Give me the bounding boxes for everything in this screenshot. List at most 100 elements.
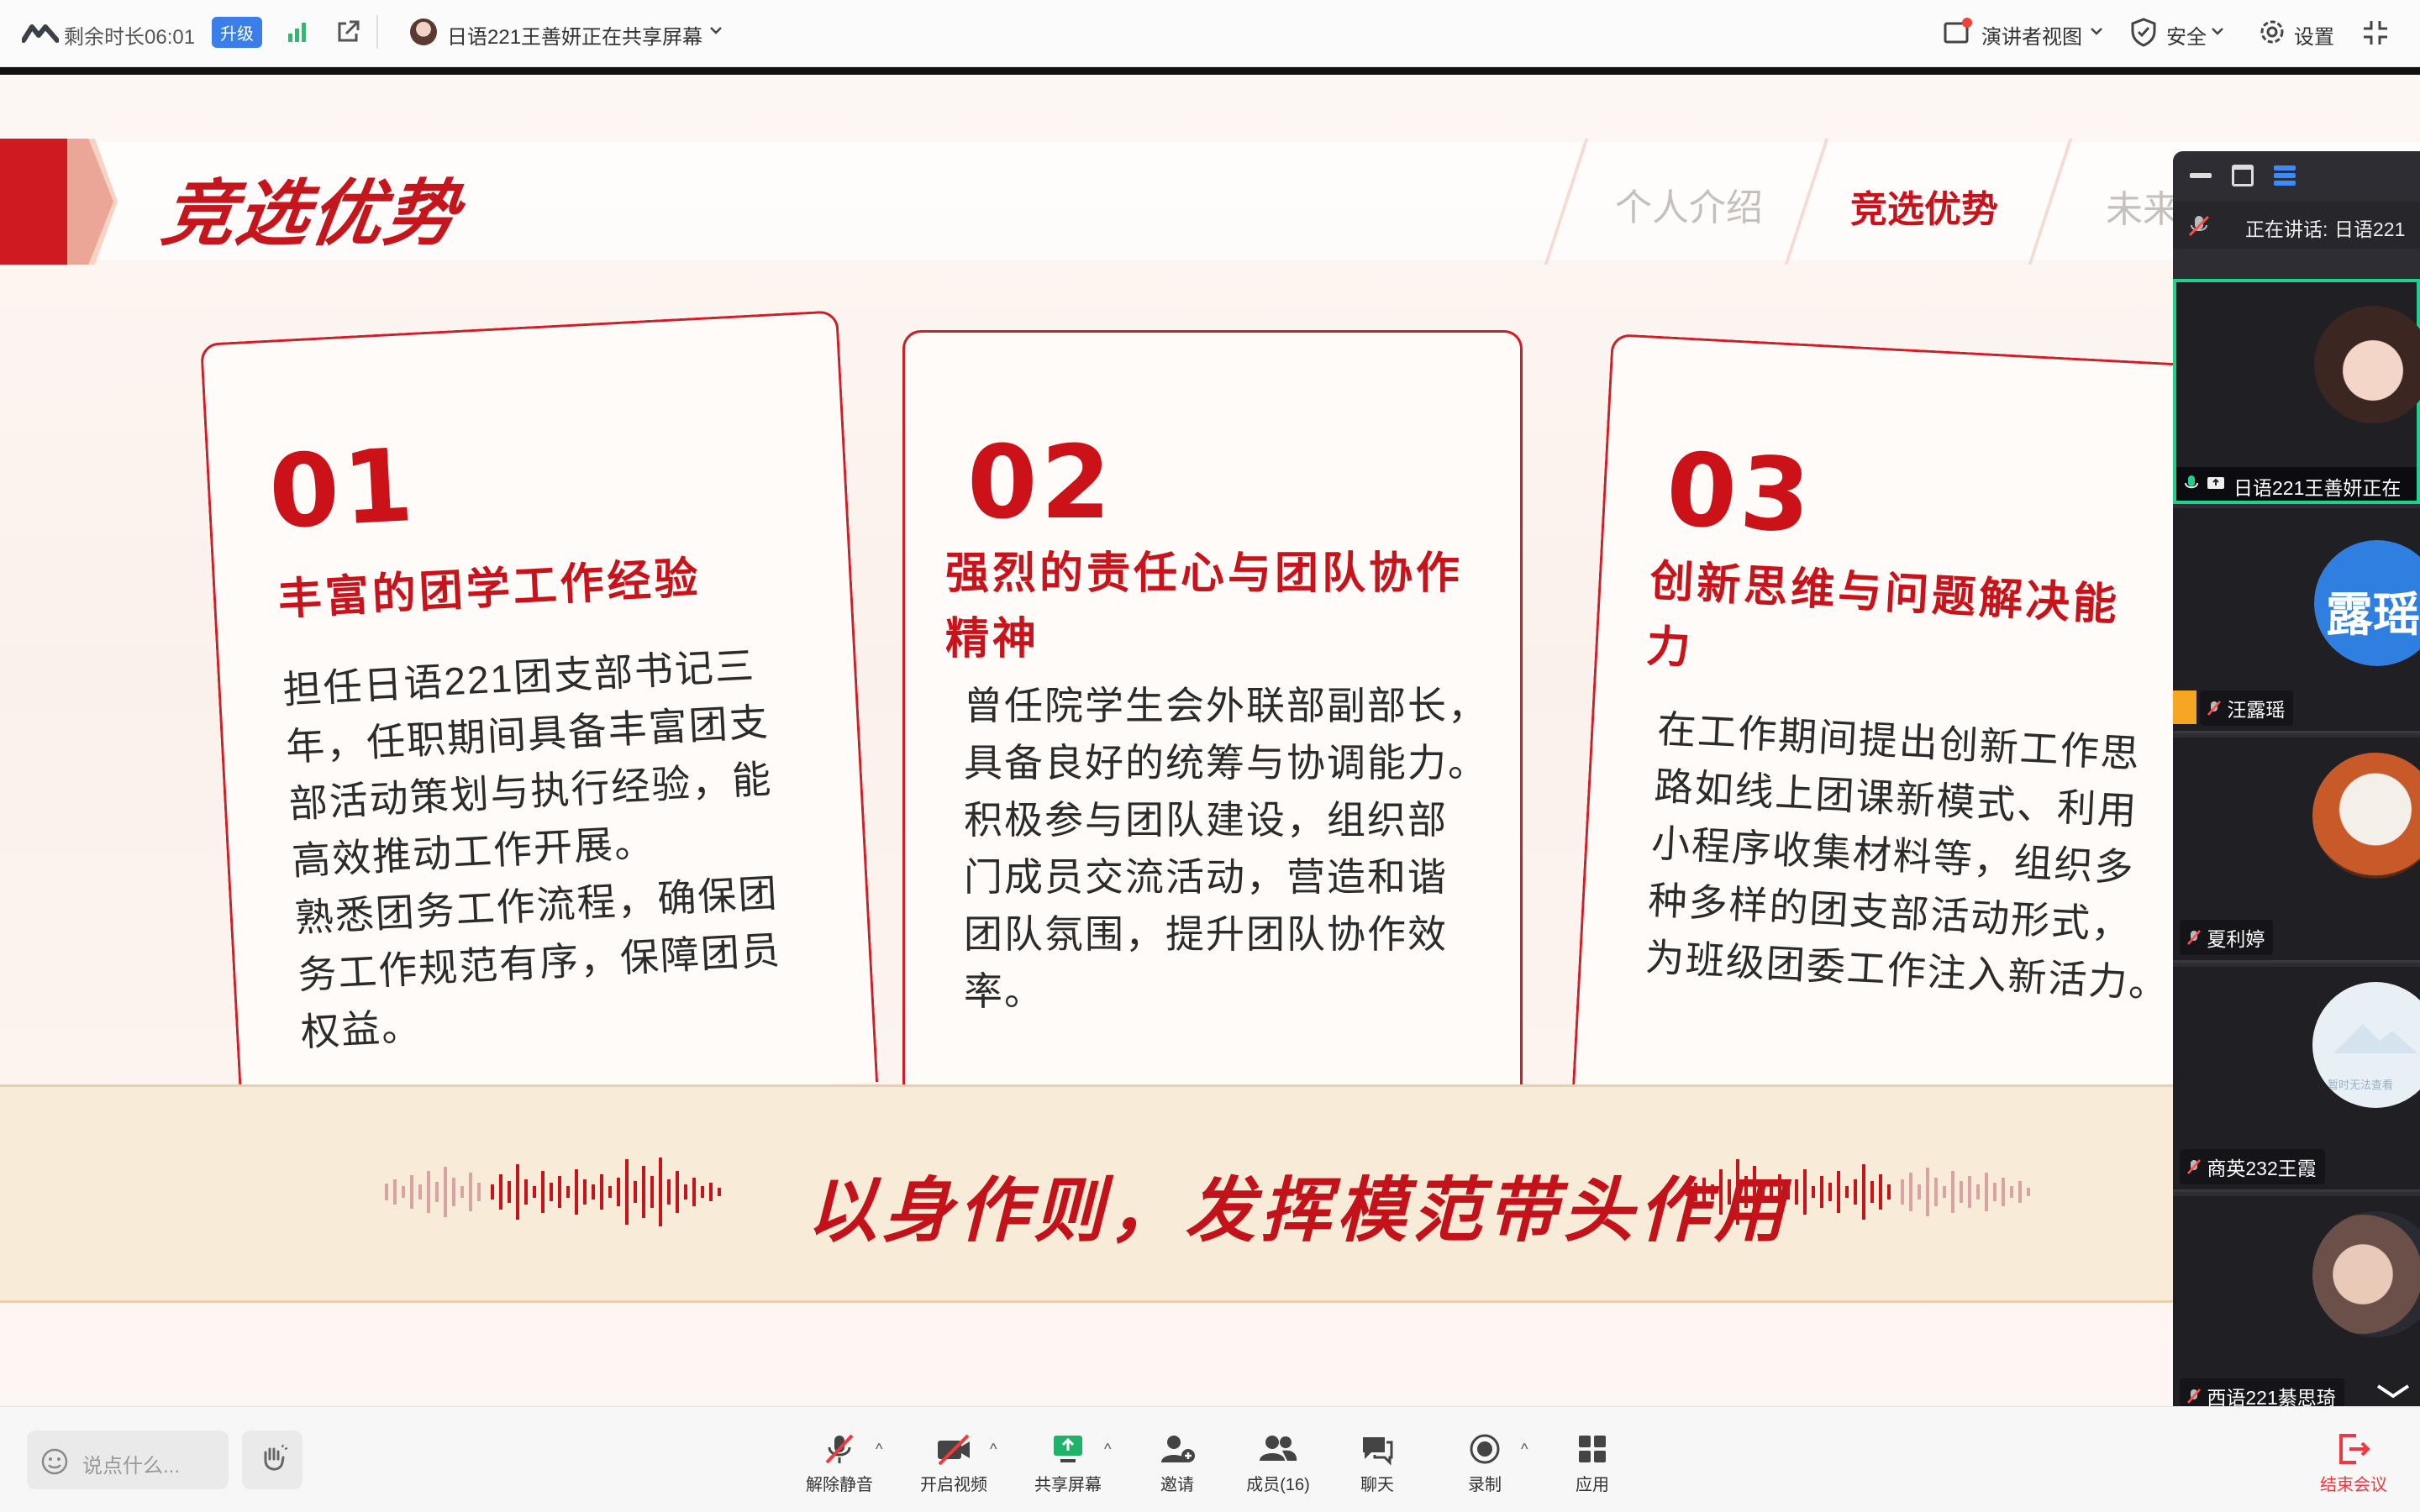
participant-name: 夏利婷 [2207,928,2265,950]
card-title-line: 精神 [945,615,1040,664]
tool-label: 共享屏幕 [1034,1476,1102,1494]
chat-button[interactable]: 聊天 [1331,1432,1423,1495]
pop-out-icon[interactable] [334,18,361,50]
nav-tab-intro: 个人介绍 [1615,187,1763,228]
raise-hand-button[interactable] [242,1431,302,1489]
name-strip: 日语221王善妍正在 [2176,467,2417,501]
tool-label: 结束会议 [2320,1476,2387,1494]
participant-avatar: 露瑶 [2314,540,2420,666]
share-border [0,67,2420,75]
card-title-line: 丰富的团学工作经验 [276,554,702,625]
divider [376,15,378,49]
shield-icon[interactable] [2129,17,2158,51]
participant-avatar [2312,753,2420,879]
chevron-up-icon[interactable]: ^ [990,1441,997,1458]
chevron-down-icon[interactable] [2210,24,2225,43]
slogan-banner: 以身作则，发挥模范带头作用 [0,1084,2185,1303]
sound-wave-right-icon [1686,1159,2030,1225]
video-off-icon [938,1434,970,1466]
slogan-text: 以身作则，发挥模范带头作用 [807,1168,1791,1252]
participant-tile[interactable]: 夏利婷 [2173,738,2420,963]
share-screen-icon [2207,475,2225,496]
participant-tile[interactable]: 日语221王善妍正在 [2173,279,2420,504]
card-title: 强烈的责任心与团队协作 精神 [945,541,1463,672]
card-body-line: 具备良好的统筹与协调能力。 [964,741,1488,785]
card-body: 在工作期间提出创新工作思 路如线上团课新模式、利用 小程序收集材料等，组织多 种… [1644,701,2182,1013]
share-screen-button[interactable]: 共享屏幕 [1022,1432,1114,1495]
presenter-view-button[interactable]: 演讲者视图 [1981,20,2082,50]
upgrade-button[interactable]: 升级 [212,17,262,48]
chevron-up-icon[interactable]: ^ [876,1441,882,1458]
presenter-view-icon[interactable] [1943,17,1973,51]
start-video-button[interactable]: 开启视频 [908,1432,1000,1495]
tool-label: 开启视频 [920,1476,987,1494]
mic-muted-icon [2187,1389,2201,1404]
participant-tile[interactable]: 西语221綦思琦 [2173,1196,2420,1421]
nav-tab-advantage: 竞选优势 [1850,189,1998,230]
gear-icon[interactable] [2257,17,2287,51]
settings-button[interactable]: 设置 [2294,20,2334,50]
participant-name: 日语221王善妍正在 [2233,477,2402,499]
card-body-line: 积极参与团队建设，组织部 [964,798,1448,842]
end-meeting-button[interactable]: 结束会议 [2307,1432,2400,1495]
nav-tab-future: 未来 [2106,189,2180,230]
participant-tile[interactable]: 露瑶 汪露瑶 [2173,508,2420,733]
smiley-icon[interactable] [40,1447,69,1480]
advantage-card-1: 01 丰富的团学工作经验 担任日语221团支部书记三 年，任职期间具备丰富团支 … [200,310,879,1116]
exit-fullscreen-icon[interactable] [2361,18,2390,51]
avatar-text: 露瑶 [2326,588,2420,641]
chevron-down-icon[interactable] [2089,24,2104,43]
chat-icon [1363,1437,1393,1466]
chevron-up-icon[interactable]: ^ [1521,1441,1528,1458]
apps-icon [1579,1436,1606,1462]
chevron-down-icon[interactable] [708,22,724,43]
security-button[interactable]: 安全 [2166,20,2207,50]
mic-muted-icon [2187,1159,2201,1174]
advantage-card-2: 02 强烈的责任心与团队协作 精神 曾任院学生会外联部副部长， 具备良好的统筹与… [902,330,1523,1086]
card-body: 曾任院学生会外联部副部长， 具备良好的统筹与协调能力。 积极参与团队建设，组织部… [964,677,1488,1020]
chat-placeholder: 说点什么... [82,1455,181,1478]
participant-name: 汪露瑶 [2227,699,2286,721]
card-body-line: 团队氛围，提升团队协作效 [964,912,1448,956]
chat-quick-input[interactable]: 说点什么... [27,1431,229,1489]
sharing-notice[interactable]: 日语221王善妍正在共享屏幕 [447,20,702,50]
slide-title: 竞选优势 [156,171,465,256]
members-icon [1260,1436,1297,1461]
members-button[interactable]: 成员(16) [1232,1432,1324,1495]
tool-label: 解除静音 [806,1476,873,1494]
participant-tile[interactable]: 暂时无法查看 商英232王霞 [2173,967,2420,1192]
tool-label: 成员(16) [1246,1476,1310,1494]
chevron-down-icon[interactable] [2375,1381,2412,1405]
record-button[interactable]: 录制 [1439,1432,1531,1495]
advantage-card-3: 03 创新思维与问题解决能 力 在工作期间提出创新工作思 路如线上团课新模式、利… [1570,333,2233,1138]
window-icon[interactable] [2232,165,2254,186]
mic-muted-icon [2186,213,2212,243]
participant-panel: 正在讲话: 日语221 日语221王善妍正在 露瑶 汪露瑶 夏利婷 暂时无法查看… [2173,151,2420,1428]
tool-label: 邀请 [1160,1476,1194,1494]
shared-slide: 竞选优势 个人介绍 竞选优势 未来 01 丰富的团学工作经验 担任日语221团支… [0,75,2420,1406]
avatar-caption: 暂时无法查看 [2328,1079,2394,1091]
minimize-icon[interactable] [2190,173,2212,178]
speaking-bar: 正在讲话: 日语221 [2173,202,2420,249]
mic-muted-icon [825,1434,854,1464]
card-number: 02 [967,425,1114,542]
unmute-button[interactable]: 解除静音 [793,1432,886,1495]
exit-icon [2339,1434,2370,1464]
tool-label: 聊天 [1360,1476,1394,1494]
record-icon [1470,1434,1500,1464]
list-view-icon[interactable] [2272,163,2297,192]
meeting-toolbar: 说点什么... 解除静音 ^ 开启视频 ^ 共享屏幕 ^ 邀请 成员(16) 聊… [0,1406,2420,1512]
chevron-up-icon[interactable]: ^ [1104,1441,1111,1458]
share-screen-icon [1054,1436,1082,1462]
invite-button[interactable]: 邀请 [1131,1432,1223,1495]
sharer-avatar [410,18,437,45]
mic-muted-icon [2187,930,2201,945]
mountain-placeholder-icon [2333,1024,2417,1053]
apps-button[interactable]: 应用 [1546,1432,1639,1495]
remaining-time: 剩余时长06:01 [64,26,196,49]
participant-video [2314,306,2420,423]
mic-muted-icon [2207,701,2221,716]
signal-strength-icon[interactable] [286,20,309,48]
tool-label: 录制 [1468,1476,1502,1494]
participant-name: 商英232王霞 [2207,1158,2317,1179]
